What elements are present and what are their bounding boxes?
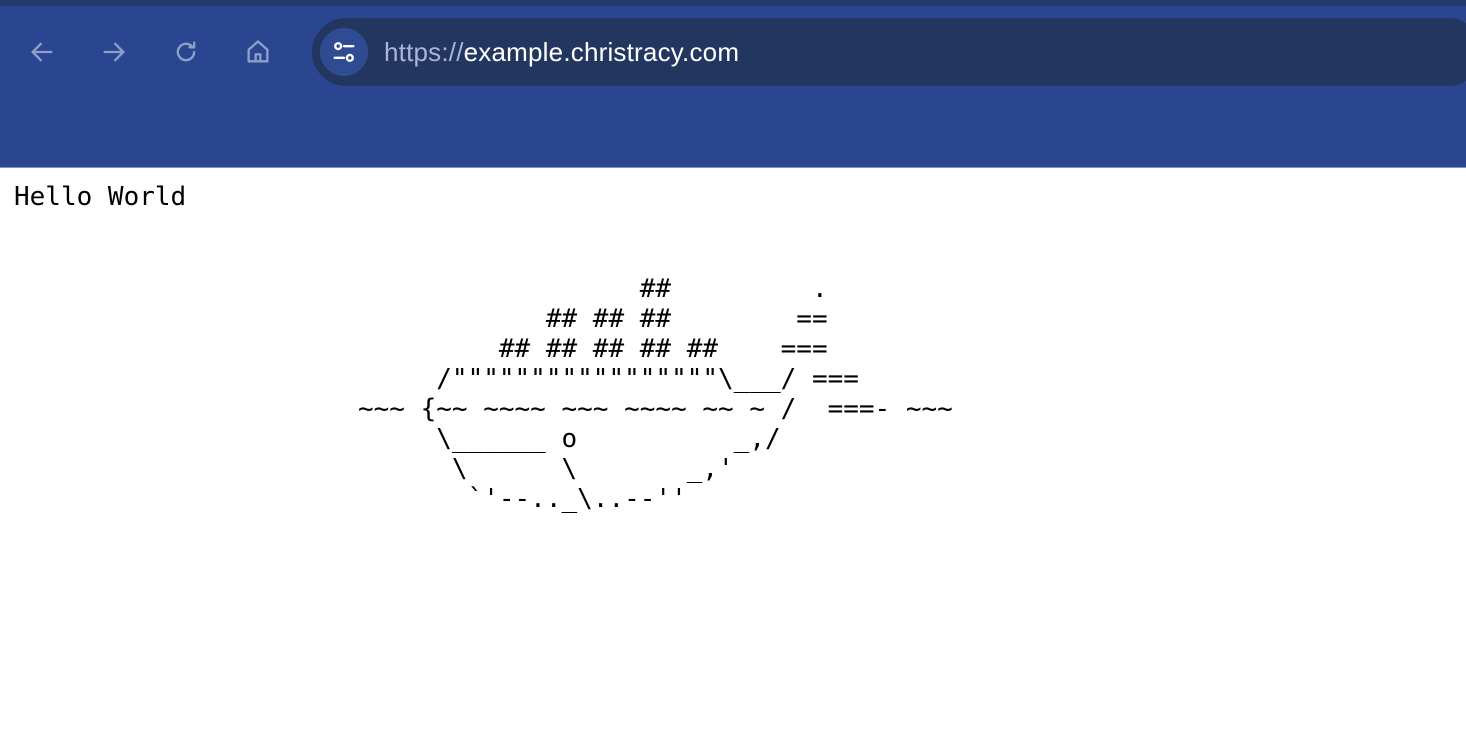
page-content: Hello World ## . ## ## ## == ## ## ## ##… bbox=[0, 168, 1466, 752]
browser-toolbar: https://example.christracy.com bbox=[0, 0, 1466, 168]
hello-world-text: Hello World bbox=[14, 182, 187, 212]
forward-button[interactable] bbox=[92, 30, 136, 74]
url-text[interactable]: https://example.christracy.com bbox=[384, 18, 739, 86]
tab-strip bbox=[0, 0, 1466, 6]
back-button[interactable] bbox=[20, 30, 64, 74]
docker-whale-ascii-art: ## . ## ## ## == ## ## ## ## ## === /"""… bbox=[358, 274, 953, 514]
reload-button[interactable] bbox=[164, 30, 208, 74]
arrow-right-icon bbox=[103, 42, 125, 62]
tune-icon bbox=[333, 42, 355, 62]
home-icon bbox=[247, 40, 269, 63]
url-host: example.christracy.com bbox=[463, 37, 740, 67]
reload-icon bbox=[176, 41, 196, 62]
url-scheme: https:// bbox=[384, 37, 464, 67]
arrow-left-icon bbox=[31, 42, 53, 62]
site-info-button[interactable] bbox=[320, 28, 368, 76]
home-button[interactable] bbox=[236, 30, 280, 74]
address-bar[interactable]: https://example.christracy.com bbox=[312, 18, 1466, 86]
